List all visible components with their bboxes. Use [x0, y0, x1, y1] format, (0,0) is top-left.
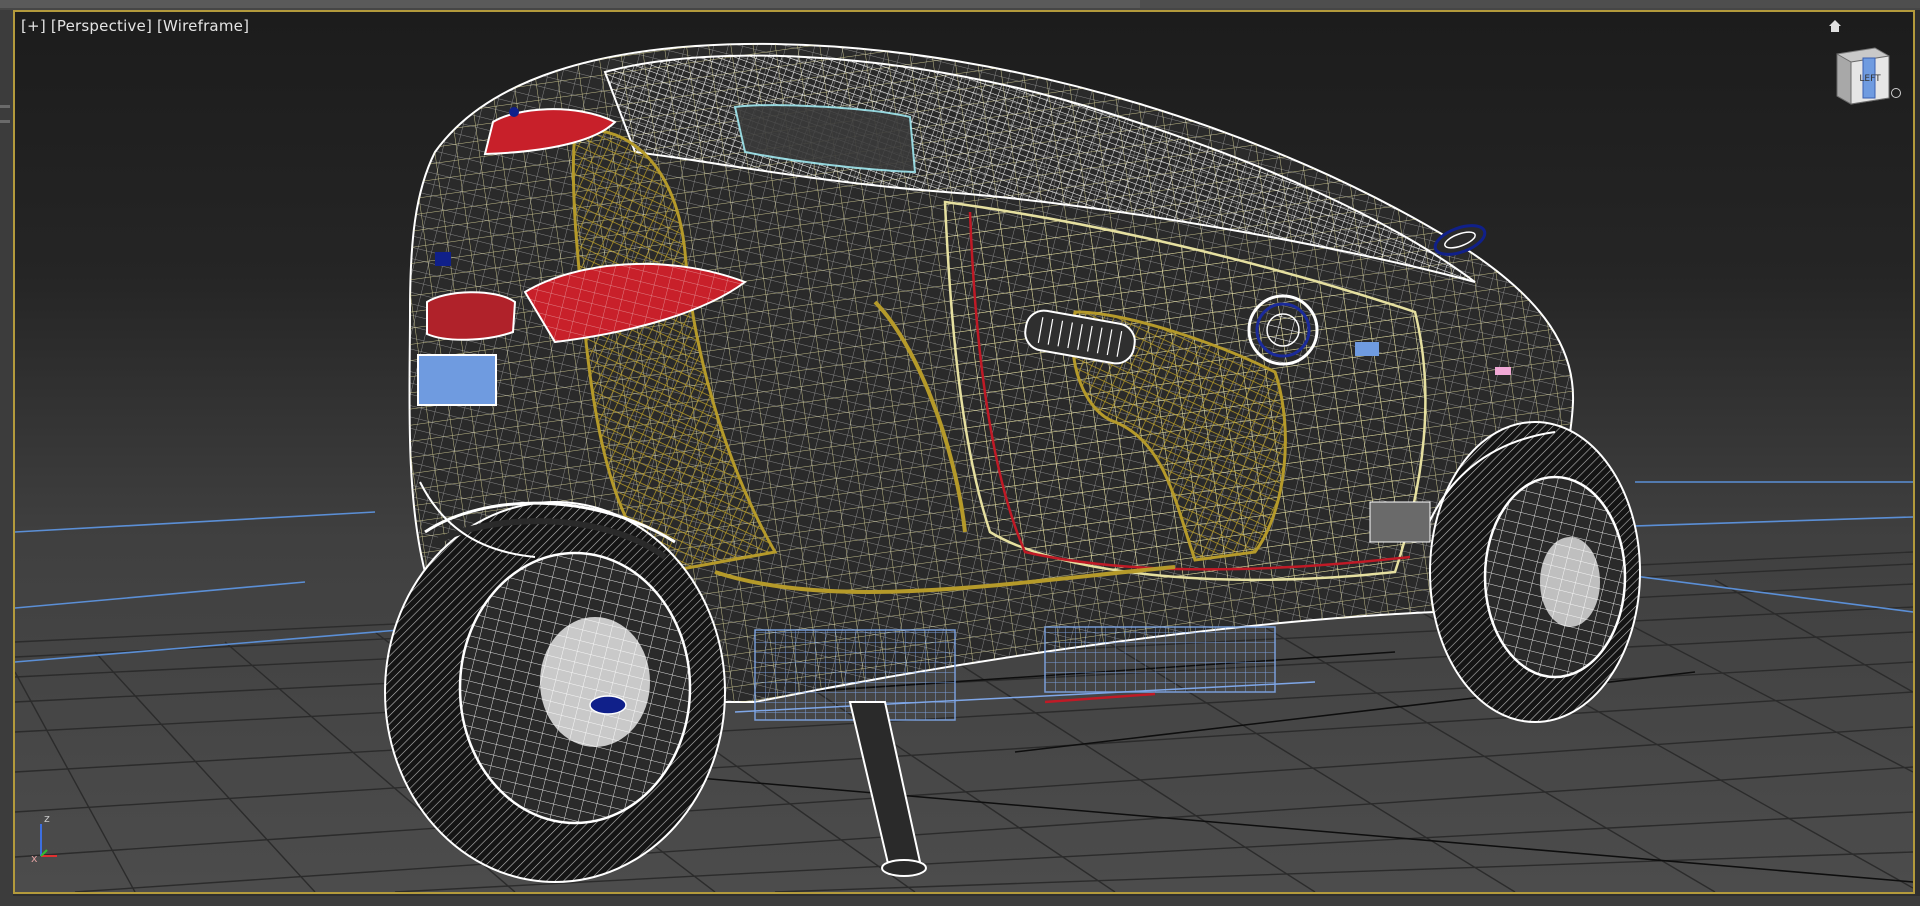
front-wheel: [1429, 421, 1641, 723]
top-toolbar-strip: [0, 0, 1920, 10]
axis-tripod-icon: z x: [31, 812, 57, 865]
axis-x-label: x: [31, 852, 38, 865]
axis-z-label: z: [44, 812, 50, 825]
viewport-plus-menu[interactable]: [+]: [21, 17, 46, 35]
toolbar-segment[interactable]: [0, 0, 306, 8]
bottom-status-strip: [13, 896, 1920, 906]
viewcube-face-label: LEFT: [1859, 74, 1881, 84]
panel-tick: [0, 105, 10, 108]
viewport-view-menu[interactable]: [Perspective]: [51, 17, 152, 35]
3ds-max-window: [+] [Perspective] [Wireframe] LEFT z x: [0, 0, 1920, 906]
rear-light-small: [426, 291, 517, 341]
rear-wheel: [384, 501, 726, 883]
viewcube-icon[interactable]: LEFT: [1827, 40, 1897, 110]
viewport-label[interactable]: [+] [Perspective] [Wireframe]: [21, 17, 249, 35]
perspective-viewport[interactable]: [+] [Perspective] [Wireframe] LEFT z x: [13, 10, 1915, 894]
left-panel-strip: [0, 10, 13, 906]
viewcube-orbit-dot[interactable]: [1891, 88, 1901, 98]
support-stand: [848, 701, 927, 877]
toolbar-segment[interactable]: [1140, 0, 1920, 8]
toolbar-segment[interactable]: [1100, 0, 1141, 8]
viewport-shading-menu[interactable]: [Wireframe]: [157, 17, 249, 35]
license-plate: [417, 354, 497, 406]
toolbar-segment[interactable]: [305, 0, 1101, 8]
side-mirror: [1433, 224, 1487, 256]
car-wireframe: [384, 42, 1641, 883]
viewport-scene[interactable]: [15, 12, 1913, 892]
home-icon[interactable]: [1827, 18, 1843, 34]
panel-tick: [0, 120, 10, 123]
